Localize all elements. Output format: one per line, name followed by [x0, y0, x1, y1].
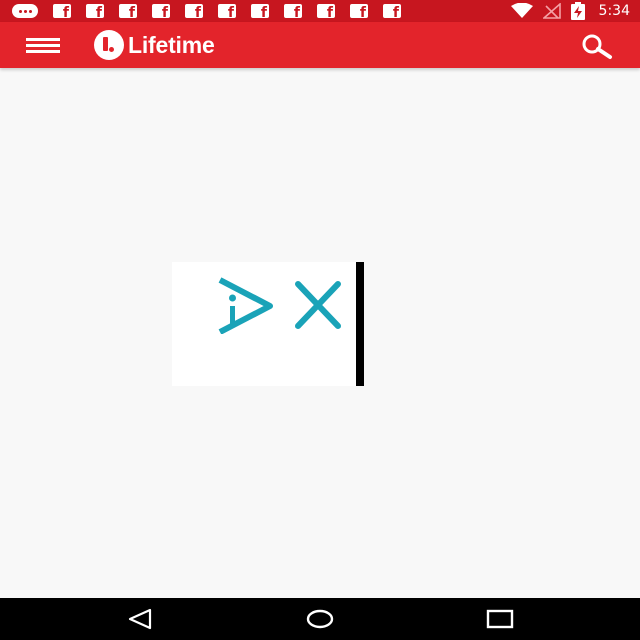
facebook-icon	[53, 4, 71, 18]
facebook-icon	[185, 4, 203, 18]
facebook-icon	[119, 4, 137, 18]
lifetime-logo[interactable]: Lifetime	[94, 30, 215, 60]
back-triangle-icon[interactable]	[126, 608, 156, 630]
facebook-icon	[152, 4, 170, 18]
close-icon[interactable]	[292, 280, 344, 330]
system-status: 5:34	[510, 2, 630, 20]
search-icon[interactable]	[576, 32, 616, 60]
screen: 5:34 Lifetime	[0, 0, 640, 640]
lifetime-logo-mark	[94, 30, 124, 60]
recents-square-icon[interactable]	[484, 608, 516, 630]
wifi-icon	[510, 3, 533, 18]
facebook-icon	[284, 4, 302, 18]
facebook-icon	[218, 4, 236, 18]
adchoices-icon[interactable]	[214, 276, 274, 334]
facebook-icon	[251, 4, 269, 18]
battery-charging-icon	[570, 2, 585, 20]
home-circle-icon[interactable]	[304, 608, 336, 630]
app-bar: Lifetime	[0, 22, 640, 68]
navigation-bar	[0, 598, 640, 640]
facebook-icon	[86, 4, 104, 18]
no-signal-icon	[542, 3, 561, 19]
chat-bubble-icon	[12, 4, 38, 18]
facebook-icon	[317, 4, 335, 18]
status-time: 5:34	[598, 3, 630, 19]
facebook-icon	[383, 4, 401, 18]
facebook-icon	[350, 4, 368, 18]
notification-icons	[12, 4, 401, 18]
ad-overlay	[172, 262, 364, 386]
logo-text: Lifetime	[128, 31, 215, 58]
hamburger-menu-icon[interactable]	[22, 33, 62, 57]
status-bar: 5:34	[0, 0, 640, 22]
ad-frame-edge	[356, 262, 364, 386]
